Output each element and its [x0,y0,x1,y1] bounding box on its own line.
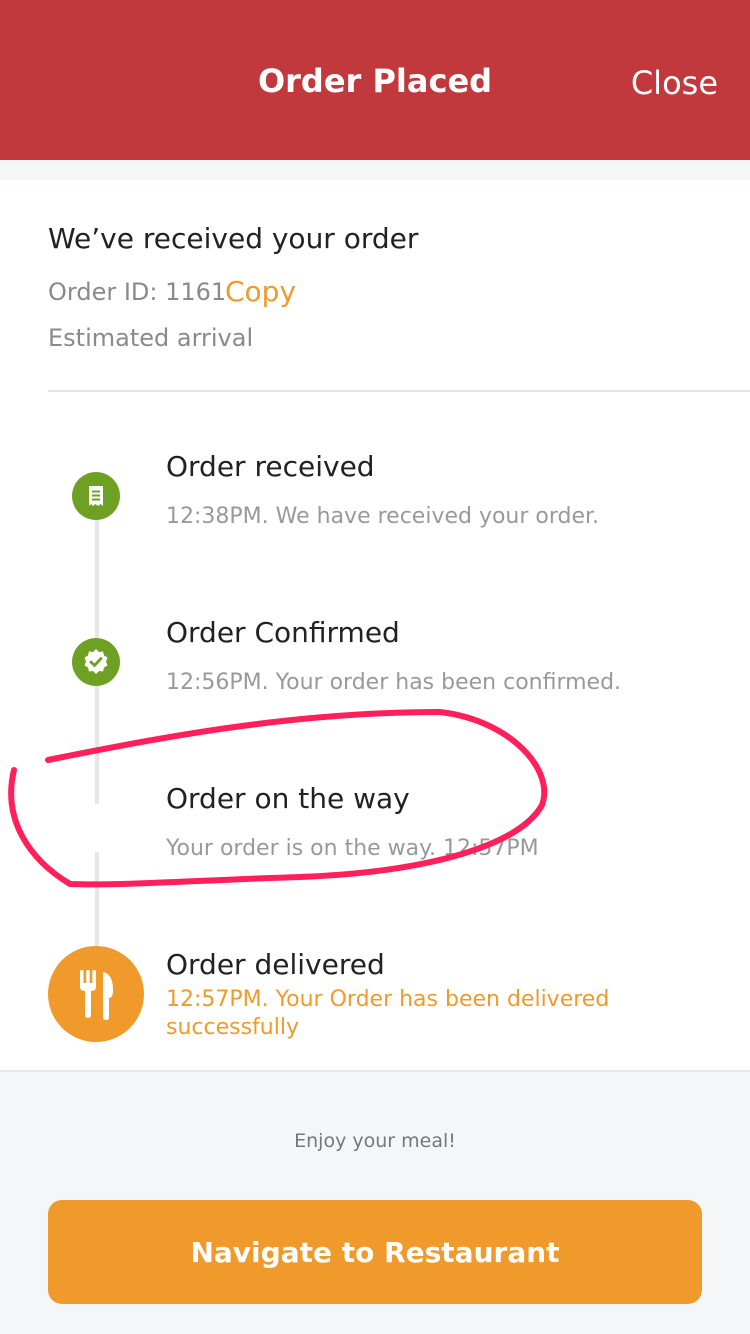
step-title-delivered: Order delivered [166,948,385,981]
footer-panel: Enjoy your meal! Navigate to Restaurant [0,1070,750,1334]
summary-heading: We’ve received your order [48,222,419,255]
header-gap [0,160,750,180]
fork-knife-icon [48,946,144,1042]
copy-order-id-button[interactable]: Copy [225,275,296,308]
summary-divider [48,390,750,392]
timeline-connector [95,520,99,638]
step-desc-received: 12:38PM. We have received your order. [166,504,600,529]
step-desc-delivered: 12:57PM. Your Order has been delivered s… [166,987,610,1040]
step-title-confirmed: Order Confirmed [166,616,400,649]
step-desc-on-the-way: Your order is on the way. 12:57PM [166,836,539,861]
timeline-connector [95,686,99,804]
check-badge-icon [72,638,120,686]
estimated-arrival-label: Estimated arrival [48,324,254,352]
step-title-on-the-way: Order on the way [166,782,410,815]
header-bar: Order Placed Close [0,0,750,160]
navigate-to-restaurant-button[interactable]: Navigate to Restaurant [48,1200,702,1304]
receipt-icon [72,472,120,520]
close-button[interactable]: Close [631,64,718,102]
order-summary-card: We’ve received your order Order ID: 1161… [0,180,750,392]
step-title-received: Order received [166,450,375,483]
order-id-text: Order ID: 1161 [48,278,227,306]
step-desc-confirmed: 12:56PM. Your order has been confirmed. [166,670,622,695]
timeline-connector [95,852,99,952]
enjoy-message: Enjoy your meal! [294,1130,456,1152]
